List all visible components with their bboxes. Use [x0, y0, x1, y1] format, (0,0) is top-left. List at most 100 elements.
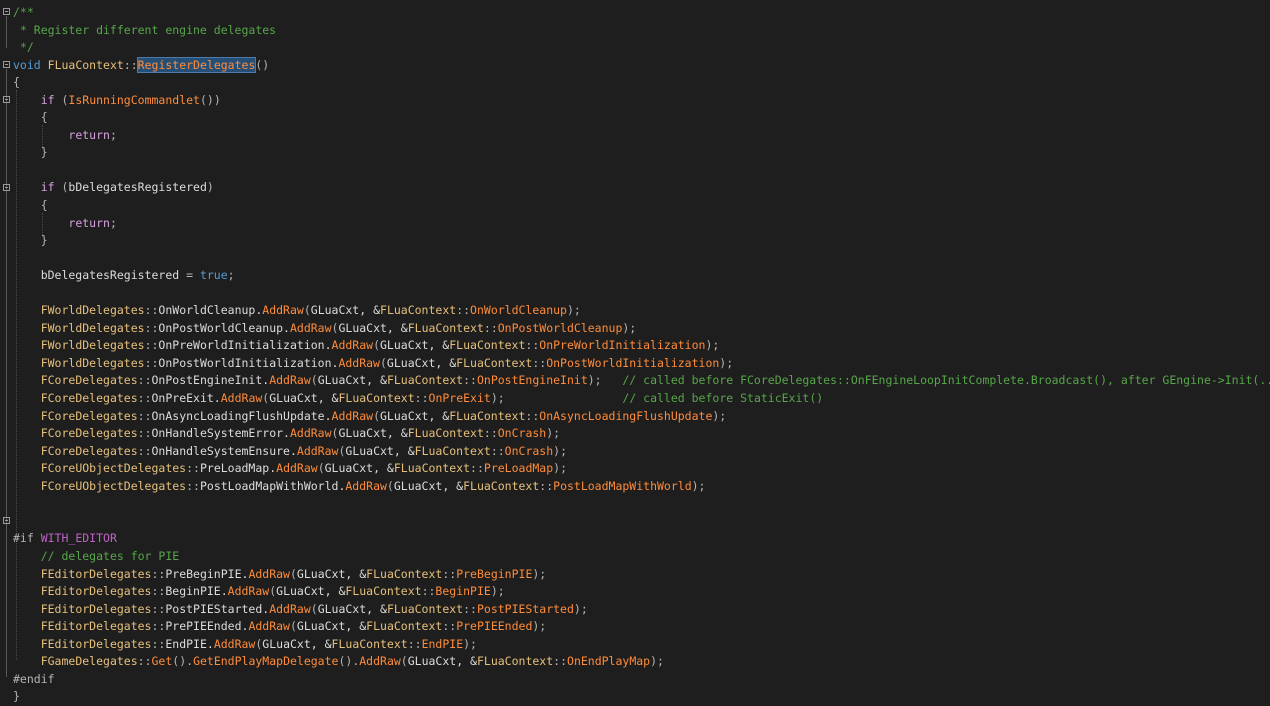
code-editor[interactable]: /** * Register different engine delegate…	[0, 0, 1270, 703]
code-line[interactable]	[13, 250, 1263, 268]
code-token: );	[546, 426, 561, 441]
code-token: PostLoadMapWithWorld.	[199, 478, 346, 493]
code-token: ::	[144, 303, 159, 318]
code-line[interactable]: FEditorDelegates::PostPIEStarted.AddRaw(…	[13, 601, 1263, 619]
code-line[interactable]: FCoreDelegates::OnHandleSystemEnsure.Add…	[13, 443, 1263, 461]
code-line[interactable]: /**	[13, 4, 1263, 22]
code-line[interactable]: FEditorDelegates::PrePIEEnded.AddRaw(GLu…	[13, 618, 1263, 636]
code-token: RegisterDelegates	[136, 56, 257, 73]
code-token: );	[622, 320, 637, 335]
code-token: PostPIEStarted	[476, 601, 574, 616]
collapse-if-block-icon[interactable]	[3, 184, 10, 191]
code-token: );	[490, 391, 623, 406]
code-line[interactable]: return;	[13, 127, 1263, 145]
code-token: (	[373, 408, 380, 423]
code-line[interactable]: if (IsRunningCommandlet())	[13, 92, 1263, 110]
code-token: );	[463, 636, 477, 651]
code-line[interactable]: }	[13, 688, 1263, 706]
fold-gutter	[0, 0, 14, 689]
code-line[interactable]: FCoreDelegates::OnPreExit.AddRaw(GLuaCxt…	[13, 390, 1263, 408]
code-token: FWorldDelegates	[40, 338, 145, 353]
code-line[interactable]: #if WITH_EDITOR	[13, 530, 1263, 548]
code-token: ::	[137, 426, 152, 441]
code-token: (	[373, 338, 380, 353]
code-line[interactable]: FWorldDelegates::OnPreWorldInitializatio…	[13, 337, 1263, 355]
code-line[interactable]: {	[13, 109, 1263, 127]
code-token: );	[587, 373, 623, 388]
collapse-preprocessor-icon[interactable]	[3, 517, 10, 524]
code-token: * Register different engine delegates	[13, 22, 277, 37]
code-token: GLuaCxt, &	[338, 426, 408, 441]
code-token: FLuaContext	[449, 338, 526, 353]
code-token: // called before StaticExit()	[622, 391, 824, 406]
code-line[interactable]: void FLuaContext::RegisterDelegates()	[13, 56, 1263, 75]
code-token: );	[490, 584, 505, 599]
code-line[interactable]: FEditorDelegates::BeginPIE.AddRaw(GLuaCx…	[13, 583, 1263, 601]
code-token: ::	[123, 57, 138, 72]
code-token: return	[68, 127, 110, 142]
code-token: ::	[483, 426, 498, 441]
code-token: FLuaContext	[380, 303, 457, 318]
code-line[interactable]: FEditorDelegates::PreBeginPIE.AddRaw(GLu…	[13, 566, 1263, 584]
code-line[interactable]: */	[13, 39, 1263, 57]
code-token: FLuaContext	[476, 654, 554, 669]
collapse-comment-icon[interactable]	[3, 8, 10, 15]
code-line[interactable]: // delegates for PIE	[13, 548, 1263, 566]
code-line[interactable]: bDelegatesRegistered = true;	[13, 267, 1263, 285]
code-token: FEditorDelegates	[40, 601, 152, 616]
code-text[interactable]: /** * Register different engine delegate…	[13, 4, 1270, 706]
code-token: AddRaw	[359, 654, 401, 669]
code-line[interactable]: FWorldDelegates::OnWorldCleanup.AddRaw(G…	[13, 302, 1263, 320]
code-line[interactable]: FCoreDelegates::OnHandleSystemError.AddR…	[13, 425, 1263, 443]
code-token: ::	[532, 355, 547, 370]
code-token: BeginPIE.	[165, 584, 228, 599]
code-token: FWorldDelegates	[40, 320, 145, 335]
code-line[interactable]: return;	[13, 215, 1263, 233]
code-line[interactable]: FCoreDelegates::OnAsyncLoadingFlushUpdat…	[13, 408, 1263, 426]
code-line[interactable]: FWorldDelegates::OnPostWorldInitializati…	[13, 355, 1263, 373]
code-token: OnEndPlayMap	[567, 654, 651, 669]
code-token: FLuaContext	[331, 636, 408, 651]
code-line[interactable]	[13, 495, 1263, 513]
code-token: // called before FCoreDelegates::OnFEngi…	[622, 373, 1270, 388]
code-token: FLuaContext	[366, 619, 443, 634]
code-token: OnPostWorldCleanup	[497, 320, 623, 335]
code-line[interactable]: {	[13, 74, 1263, 92]
code-line[interactable]: }	[13, 144, 1263, 162]
code-token: ()	[255, 57, 270, 72]
code-token: ::	[151, 584, 166, 599]
code-line[interactable]: FCoreUObjectDelegates::PostLoadMapWithWo…	[13, 478, 1263, 496]
code-token: (	[289, 566, 297, 581]
code-line[interactable]: FCoreUObjectDelegates::PreLoadMap.AddRaw…	[13, 460, 1263, 478]
code-line[interactable]: }	[13, 232, 1263, 250]
code-line[interactable]: #endif	[13, 671, 1263, 689]
code-line[interactable]: FGameDelegates::Get().GetEndPlayMapDeleg…	[13, 653, 1263, 671]
code-line[interactable]: * Register different engine delegates	[13, 22, 1263, 40]
code-token: ::	[553, 654, 568, 669]
code-token: Get	[151, 654, 173, 669]
code-token: PrePIEEnded.	[165, 619, 249, 634]
code-line[interactable]: FEditorDelegates::EndPIE.AddRaw(GLuaCxt,…	[13, 636, 1263, 654]
code-line[interactable]	[13, 513, 1263, 531]
code-token: =	[186, 268, 200, 283]
code-line[interactable]: FCoreDelegates::OnPostEngineInit.AddRaw(…	[13, 372, 1270, 390]
code-line[interactable]: if (bDelegatesRegistered)	[13, 179, 1263, 197]
code-token: OnPostEngineInit.	[151, 373, 270, 388]
code-token: AddRaw	[331, 408, 374, 423]
code-token: */	[13, 40, 34, 55]
code-token: );	[553, 443, 567, 458]
collapse-if-block-icon[interactable]	[3, 96, 10, 103]
code-line[interactable]	[13, 285, 1263, 303]
code-line[interactable]: FWorldDelegates::OnPostWorldCleanup.AddR…	[13, 320, 1263, 338]
code-token: IsRunningCommandlet	[68, 92, 200, 107]
collapse-function-icon[interactable]	[3, 61, 10, 68]
code-token: {	[40, 110, 48, 125]
code-token: bDelegatesRegistered	[68, 180, 207, 195]
code-line[interactable]: {	[13, 197, 1263, 215]
code-token: );	[553, 461, 568, 476]
code-line[interactable]	[13, 162, 1263, 180]
code-token: OnPostEngineInit	[476, 373, 588, 388]
code-token: PostLoadMapWithWorld	[553, 478, 692, 493]
